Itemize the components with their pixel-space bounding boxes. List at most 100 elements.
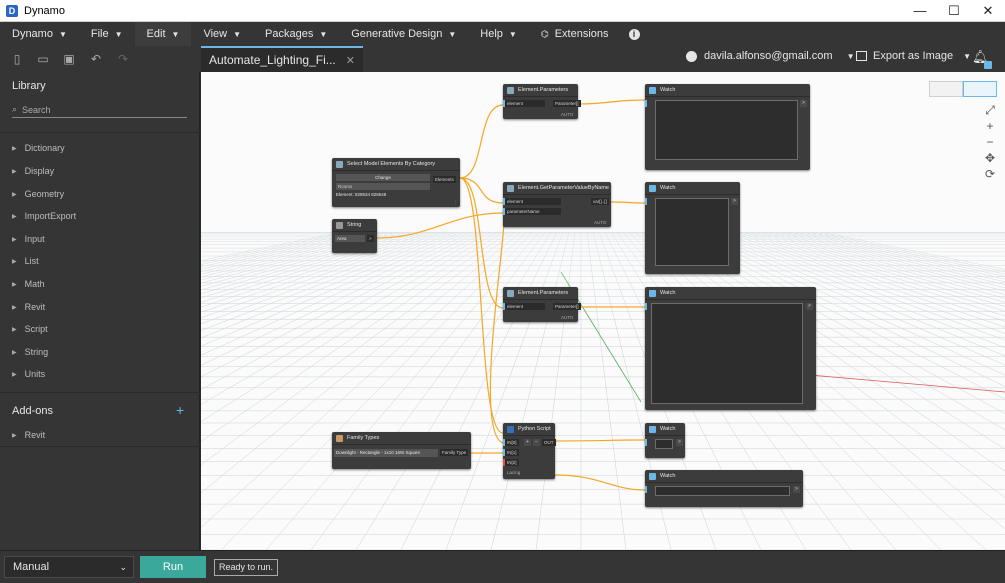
eye-icon [649, 289, 656, 297]
node-string[interactable]: String Area > [332, 219, 377, 253]
watch-output-port[interactable]: > [676, 439, 683, 446]
input-port-1[interactable]: IN[1] [505, 449, 519, 456]
redo-icon[interactable]: ↷ [116, 52, 130, 66]
addons-item-revit[interactable]: ▶ Revit [12, 430, 45, 440]
change-button[interactable]: Change [336, 174, 430, 181]
open-folder-icon[interactable]: ▭ [36, 52, 50, 66]
output-port[interactable]: var[]..[] [591, 198, 609, 205]
input-port-element[interactable]: element [505, 100, 545, 107]
zoom-in-icon[interactable]: + [980, 118, 1000, 134]
input-port-2[interactable]: IN[2] [505, 459, 519, 466]
add-icon[interactable]: + [176, 402, 184, 418]
undo-icon[interactable]: ↶ [89, 52, 103, 66]
chevron-right-icon: ▶ [12, 304, 17, 311]
input-port-0[interactable]: IN[0] [505, 439, 519, 446]
library-item-revit[interactable]: ▶ Revit [12, 302, 45, 312]
node-watch[interactable]: Watch > [645, 182, 740, 274]
menu-dynamo[interactable]: Dynamo ▼ [0, 22, 79, 46]
output-port[interactable]: Parameter[] [553, 303, 581, 310]
geometry-view-button[interactable] [929, 81, 963, 97]
chevron-right-icon: ▶ [12, 281, 17, 288]
string-icon [336, 221, 343, 229]
info-icon[interactable]: i [628, 28, 640, 40]
tab-close-icon[interactable]: ✕ [346, 54, 355, 67]
watch-output-port[interactable]: > [793, 486, 800, 493]
watch-output-port[interactable]: > [731, 198, 738, 205]
node-watch[interactable]: Watch > [645, 287, 816, 410]
eye-icon [649, 184, 656, 192]
save-icon[interactable]: ▣ [62, 52, 76, 66]
menu-help[interactable]: Help ▼ [468, 22, 529, 46]
library-item-math[interactable]: ▶ Math [12, 279, 45, 289]
orbit-icon[interactable]: ⟳ [980, 166, 1000, 182]
node-element-parameters[interactable]: Element.Parameters element Parameter[] A… [503, 287, 581, 322]
library-item-display[interactable]: ▶ Display [12, 166, 54, 176]
library-search[interactable]: ⌕ [12, 102, 187, 118]
remove-input-button[interactable]: − [533, 439, 540, 446]
zoom-fit-icon[interactable]: ⤢ [980, 102, 1000, 118]
lacing-label: AUTO [594, 220, 607, 225]
graph-view-button[interactable] [963, 81, 997, 97]
library-item-dictionary[interactable]: ▶ Dictionary [12, 143, 65, 153]
menu-extensions[interactable]: ⌬ Extensions [529, 22, 621, 46]
input-port-element[interactable]: element [505, 303, 545, 310]
node-python-script[interactable]: Python Script IN[0] + − OUT IN[1] IN[2] … [503, 423, 556, 479]
watch-output-port[interactable]: > [800, 100, 807, 107]
run-mode-dropdown[interactable]: Manual ⌄ [4, 556, 134, 578]
export-as-image[interactable]: Export as Image ▼ [856, 50, 971, 62]
revit-icon [507, 289, 514, 297]
output-port[interactable]: OUT [542, 439, 556, 446]
user-dropdown-icon[interactable]: ▼ [847, 52, 855, 61]
output-port[interactable]: Elements [433, 176, 456, 183]
library-search-input[interactable] [22, 104, 173, 115]
library-item-input[interactable]: ▶ Input [12, 234, 45, 244]
tab-label: Automate_Lighting_Fi... [209, 53, 336, 67]
workspace-tab[interactable]: Automate_Lighting_Fi... ✕ [201, 46, 363, 72]
pan-icon[interactable]: ✥ [980, 150, 1000, 166]
menu-generative-design[interactable]: Generative Design ▼ [339, 22, 468, 46]
input-port-parameter-name[interactable]: parameterName [505, 208, 561, 215]
input-port-element[interactable]: element [505, 198, 561, 205]
node-element-parameters[interactable]: Element.Parameters element Parameter[] A… [503, 84, 581, 119]
run-button[interactable]: Run [140, 556, 206, 578]
output-port[interactable]: > [367, 235, 374, 242]
chevron-right-icon: ▶ [12, 371, 17, 378]
search-icon: ⌕ [12, 104, 18, 114]
node-watch[interactable]: Watch > [645, 84, 810, 170]
graph-canvas[interactable]: Select Model Elements By Category Change… [201, 72, 1005, 550]
library-item-geometry[interactable]: ▶ Geometry [12, 189, 64, 199]
node-get-parameter-value[interactable]: Element.GetParameterValueByName element … [503, 182, 611, 227]
add-input-button[interactable]: + [524, 439, 531, 446]
node-family-types[interactable]: Family Types Downlight - Rectangle - 1x1… [332, 432, 471, 469]
menu-file[interactable]: File ▼ [79, 22, 135, 46]
chevron-right-icon: ▶ [12, 236, 17, 243]
node-select-model-elements[interactable]: Select Model Elements By Category Change… [332, 158, 460, 207]
category-dropdown[interactable]: Rooms [336, 183, 430, 190]
library-item-script[interactable]: ▶ Script [12, 324, 48, 334]
new-file-icon[interactable]: ▯ [10, 52, 24, 66]
maximize-button[interactable]: ☐ [937, 0, 971, 22]
chevron-right-icon: ▶ [12, 326, 17, 333]
node-watch[interactable]: Watch > [645, 423, 685, 458]
library-item-list[interactable]: ▶ List [12, 256, 39, 266]
output-port[interactable]: Family Type [440, 449, 469, 456]
export-dropdown-icon[interactable]: ▼ [963, 52, 971, 61]
family-type-dropdown[interactable]: Downlight - Rectangle - 1x10 16W Square [334, 449, 438, 457]
string-value-field[interactable]: Area [335, 235, 365, 242]
node-watch[interactable]: Watch > [645, 470, 803, 507]
minimize-button[interactable]: — [903, 0, 937, 22]
zoom-out-icon[interactable]: − [980, 134, 1000, 150]
user-account[interactable]: davila.alfonso@gmail.com ▼ [686, 50, 854, 62]
watch-output-port[interactable]: > [806, 303, 813, 310]
menu-bar: Dynamo ▼ File ▼ Edit ▼ View ▼ Packages ▼ Gene… [0, 22, 1005, 46]
node-menu-icon[interactable]: ⋮ [453, 200, 458, 206]
output-port[interactable]: Parameter[] [553, 100, 581, 107]
close-button[interactable]: ✕ [971, 0, 1005, 22]
library-item-units[interactable]: ▶ Units [12, 369, 45, 379]
library-item-string[interactable]: ▶ String [12, 347, 48, 357]
menu-view[interactable]: View ▼ [191, 22, 253, 46]
menu-packages[interactable]: Packages ▼ [253, 22, 339, 46]
node-menu-icon[interactable]: ⋮ [464, 462, 469, 468]
menu-edit[interactable]: Edit ▼ [134, 22, 192, 46]
library-item-importexport[interactable]: ▶ ImportExport [12, 211, 76, 221]
